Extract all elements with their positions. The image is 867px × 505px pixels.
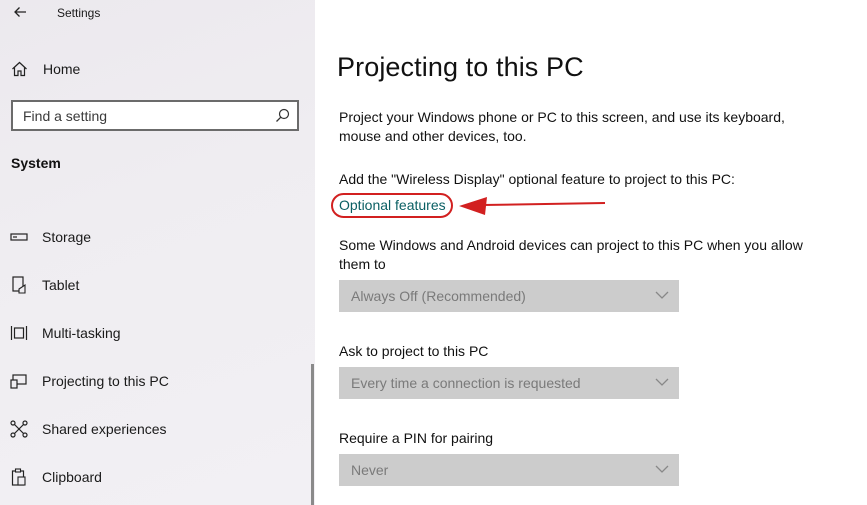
pin-label: Require a PIN for pairing xyxy=(339,430,494,446)
shared-experiences-icon xyxy=(10,420,28,438)
sidebar-item-label: Shared experiences xyxy=(42,421,167,437)
optional-features-link[interactable]: Optional features xyxy=(339,197,446,213)
chevron-down-icon xyxy=(655,291,669,299)
ask-label: Ask to project to this PC xyxy=(339,343,489,359)
chevron-down-icon xyxy=(655,465,669,473)
search-box[interactable] xyxy=(11,100,299,131)
sidebar-item-projecting[interactable]: Projecting to this PC xyxy=(0,361,315,401)
main-content: Projecting to this PC Project your Windo… xyxy=(315,0,867,505)
multitasking-icon xyxy=(10,324,28,342)
sidebar-item-label: Home xyxy=(43,61,81,77)
dropdown-value: Always Off (Recommended) xyxy=(351,288,526,304)
sidebar-item-clipboard[interactable]: Clipboard xyxy=(0,457,315,497)
sidebar: Settings Home System Storage xyxy=(0,0,315,505)
search-icon[interactable] xyxy=(275,108,290,123)
availability-label: Some Windows and Android devices can pro… xyxy=(339,237,803,272)
home-icon xyxy=(10,60,28,78)
back-button[interactable] xyxy=(6,1,34,23)
tablet-icon xyxy=(10,276,28,294)
sidebar-item-home[interactable]: Home xyxy=(0,49,315,89)
sidebar-scrollbar[interactable] xyxy=(311,364,314,505)
availability-dropdown[interactable]: Always Off (Recommended) xyxy=(339,280,679,312)
storage-icon xyxy=(10,228,28,246)
page-description: Project your Windows phone or PC to this… xyxy=(339,109,785,144)
sidebar-item-label: Multi-tasking xyxy=(42,325,121,341)
annotation-arrow-icon xyxy=(459,197,606,215)
dropdown-value: Never xyxy=(351,462,389,478)
pin-dropdown[interactable]: Never xyxy=(339,454,679,486)
chevron-down-icon xyxy=(655,378,669,386)
ask-dropdown[interactable]: Every time a connection is requested xyxy=(339,367,679,399)
sidebar-item-label: Tablet xyxy=(42,277,80,293)
sidebar-item-shared-experiences[interactable]: Shared experiences xyxy=(0,409,315,449)
sidebar-item-tablet[interactable]: Tablet xyxy=(0,265,315,305)
sidebar-item-label: Projecting to this PC xyxy=(42,373,169,389)
sidebar-item-storage[interactable]: Storage xyxy=(0,217,315,257)
clipboard-icon xyxy=(10,468,28,486)
feature-prompt: Add the "Wireless Display" optional feat… xyxy=(339,171,735,187)
sidebar-item-multitasking[interactable]: Multi-tasking xyxy=(0,313,315,353)
projecting-icon xyxy=(10,372,28,390)
back-arrow-icon xyxy=(14,7,26,17)
section-heading: System xyxy=(11,155,61,171)
sidebar-item-label: Storage xyxy=(42,229,92,245)
page-title: Projecting to this PC xyxy=(337,52,584,82)
search-input[interactable] xyxy=(13,102,269,129)
dropdown-value: Every time a connection is requested xyxy=(351,375,581,391)
app-title: Settings xyxy=(57,6,101,20)
sidebar-item-label: Clipboard xyxy=(42,469,102,485)
title-bar: Settings xyxy=(0,0,315,28)
